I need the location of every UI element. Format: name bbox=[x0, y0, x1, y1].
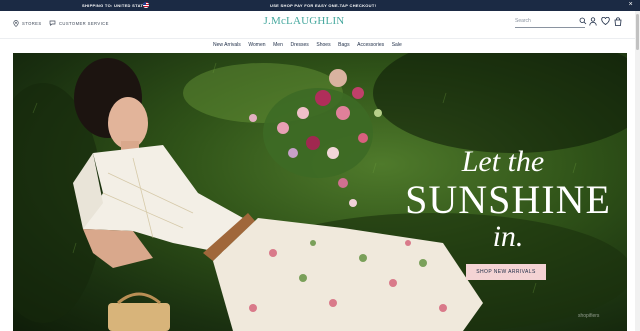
shoppay-message: USE SHOP PAY FOR EASY ONE-TAP CHECKOUT! bbox=[270, 3, 377, 8]
shipping-country-link[interactable]: SHIPPING TO: UNITED STATES bbox=[82, 3, 149, 8]
close-promo-icon[interactable]: × bbox=[629, 1, 633, 8]
headline-line-3: in. bbox=[492, 220, 524, 253]
nav-item-accessories[interactable]: Accessories bbox=[357, 42, 384, 48]
main-nav: New Arrivals Women Men Dresses Shoes Bag… bbox=[0, 38, 640, 53]
scrollbar-thumb[interactable] bbox=[636, 14, 639, 50]
nav-item-dresses[interactable]: Dresses bbox=[290, 42, 308, 48]
wishlist-heart-icon[interactable] bbox=[601, 17, 610, 25]
customer-service-link[interactable]: CUSTOMER SERVICE bbox=[49, 20, 109, 26]
nav-item-men[interactable]: Men bbox=[273, 42, 283, 48]
site-header: STORES CUSTOMER SERVICE J.McLAUGHLIN Sea… bbox=[0, 11, 640, 38]
customer-service-label: CUSTOMER SERVICE bbox=[59, 20, 109, 26]
hero-banner[interactable]: Let the SUNSHINE in. SHOP NEW ARRIVALS bbox=[13, 53, 627, 331]
us-flag-icon[interactable] bbox=[143, 2, 149, 8]
promo-bar: SHIPPING TO: UNITED STATES USE SHOP PAY … bbox=[0, 0, 640, 11]
account-icon[interactable] bbox=[589, 17, 597, 26]
nav-item-bags[interactable]: Bags bbox=[338, 42, 349, 48]
chat-bubble-icon bbox=[49, 20, 56, 26]
nav-item-new-arrivals[interactable]: New Arrivals bbox=[213, 42, 241, 48]
stores-link[interactable]: STORES bbox=[13, 20, 42, 27]
search-icon[interactable] bbox=[579, 17, 587, 25]
search-field[interactable]: Search bbox=[515, 17, 587, 28]
brand-logo[interactable]: J.McLAUGHLIN bbox=[254, 15, 354, 27]
search-input[interactable]: Search bbox=[515, 18, 531, 24]
shopping-bag-icon[interactable] bbox=[614, 17, 622, 26]
watermark-text: shopifiers bbox=[578, 313, 600, 319]
stores-label: STORES bbox=[22, 21, 42, 26]
hero-headline: Let the SUNSHINE in. bbox=[398, 145, 618, 253]
nav-item-shoes[interactable]: Shoes bbox=[316, 42, 330, 48]
page-scrollbar[interactable] bbox=[635, 11, 640, 331]
nav-item-sale[interactable]: Sale bbox=[392, 42, 402, 48]
nav-item-women[interactable]: Women bbox=[248, 42, 265, 48]
location-pin-icon bbox=[13, 20, 19, 27]
headline-line-1: Let the bbox=[461, 145, 545, 178]
headline-line-2: SUNSHINE bbox=[405, 177, 611, 222]
shop-new-arrivals-button[interactable]: SHOP NEW ARRIVALS bbox=[466, 264, 546, 280]
